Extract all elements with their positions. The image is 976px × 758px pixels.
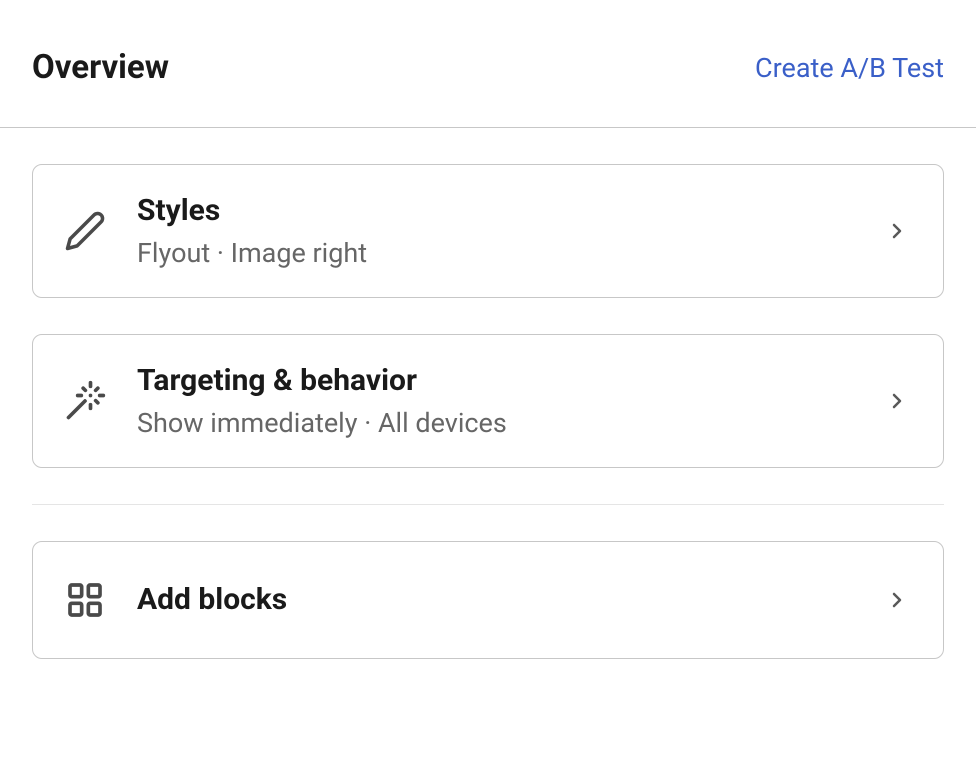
card-subtitle: Show immediately · All devices [137,407,881,439]
pencil-icon [63,209,107,253]
add-blocks-card[interactable]: Add blocks [32,541,944,659]
chevron-right-icon [881,385,913,417]
grid-icon [63,578,107,622]
targeting-card[interactable]: Targeting & behavior Show immediately · … [32,334,944,468]
card-body: Targeting & behavior Show immediately · … [137,363,881,439]
chevron-right-icon [881,215,913,247]
separator [32,504,944,505]
card-title: Targeting & behavior [137,363,881,399]
page-title: Overview [32,48,169,87]
chevron-right-icon [881,584,913,616]
magic-wand-icon [63,379,107,423]
create-ab-test-link[interactable]: Create A/B Test [755,52,944,84]
styles-card[interactable]: Styles Flyout · Image right [32,164,944,298]
header: Overview Create A/B Test [0,0,976,128]
content: Styles Flyout · Image right Tar [0,128,976,659]
card-subtitle: Flyout · Image right [137,237,881,269]
card-body: Styles Flyout · Image right [137,193,881,269]
card-title: Add blocks [137,582,881,618]
card-title: Styles [137,193,881,229]
card-body: Add blocks [137,582,881,618]
